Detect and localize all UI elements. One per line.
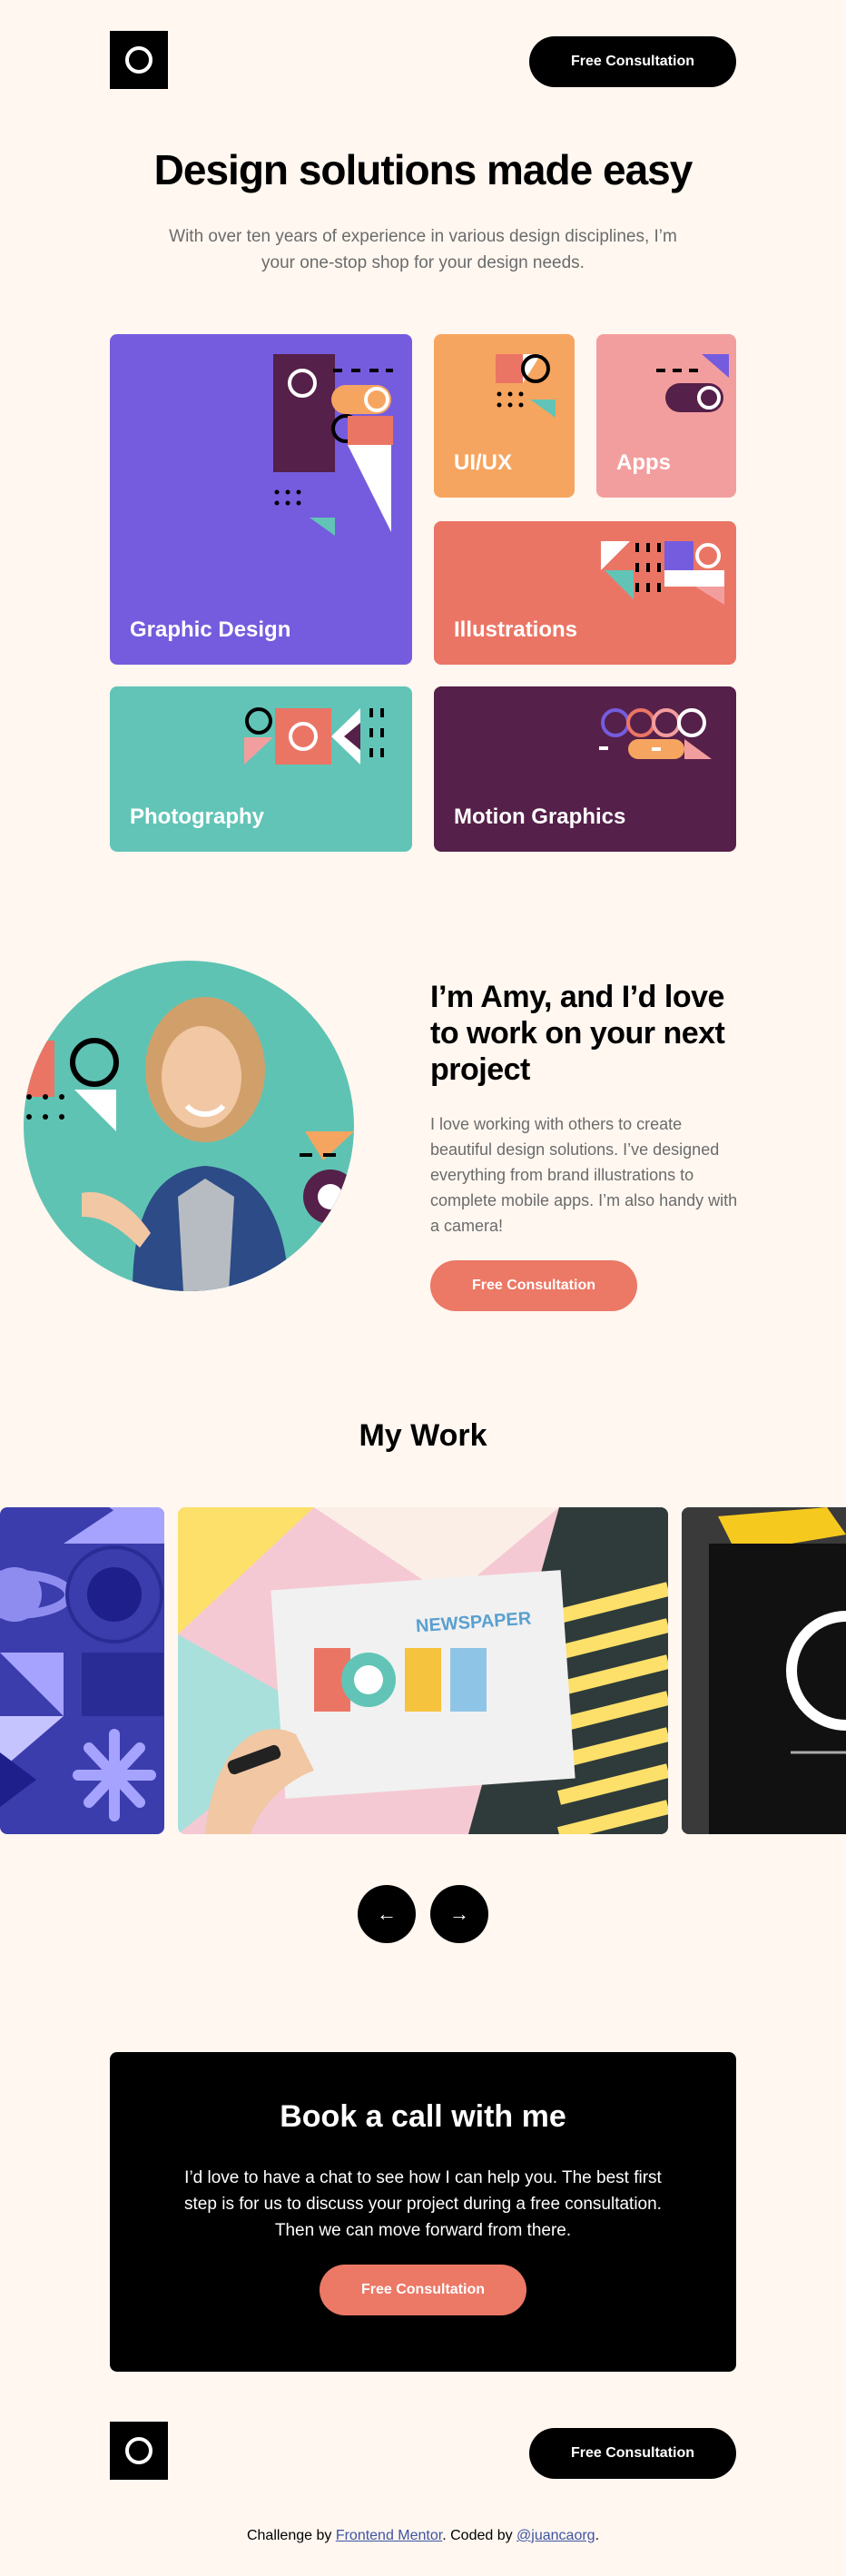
hero-subtitle: With over ten years of experience in var… — [169, 227, 677, 272]
shapes-artwork-icon — [0, 1507, 164, 1821]
graphic-design-illustration-icon — [273, 354, 393, 536]
author-link[interactable]: @juancaorg — [516, 2528, 595, 2543]
illustrations-illustration-icon — [601, 541, 724, 605]
about-title: I’m Amy, and I’d love to work on your ne… — [430, 980, 725, 1087]
service-card-illustrations[interactable]: Illustrations — [434, 521, 736, 665]
ui-ux-illustration-icon — [496, 354, 556, 418]
hero-title: Design solutions made easy — [153, 146, 694, 193]
logo-ring-icon — [125, 46, 152, 74]
profile-illustration-icon — [24, 997, 354, 1291]
work-section-title: My Work — [359, 1418, 487, 1453]
service-label: Apps — [616, 450, 671, 475]
service-label: Photography — [130, 804, 264, 829]
service-card-graphic-design[interactable]: Graphic Design — [110, 334, 412, 665]
service-label: UI/UX — [454, 450, 513, 475]
bag-artwork-icon — [682, 1507, 846, 1834]
attribution-prefix: Challenge by — [246, 2528, 336, 2543]
service-label: Graphic Design — [130, 617, 291, 642]
cta-section: Book a call with me I’d love to have a c… — [110, 2052, 736, 2372]
arrow-left-icon: ← — [377, 1902, 397, 1925]
work-item-shapes[interactable] — [0, 1507, 164, 1834]
carousel-next-button[interactable]: → — [430, 1885, 488, 1943]
work-item-newspaper[interactable]: NEWSPAPER — [178, 1507, 668, 1834]
service-label: Illustrations — [454, 617, 578, 642]
frontend-mentor-link[interactable]: Frontend Mentor — [336, 2528, 442, 2543]
attribution-suffix: . — [595, 2528, 600, 2543]
about-consultation-button[interactable]: Free Consultation — [430, 1260, 637, 1311]
logo[interactable] — [110, 31, 168, 89]
apps-illustration-icon — [656, 354, 729, 412]
service-label: Motion Graphics — [454, 804, 626, 829]
cta-consultation-button[interactable]: Free Consultation — [320, 2265, 526, 2315]
service-card-photography[interactable]: Photography — [110, 686, 412, 852]
footer-logo[interactable] — [110, 2422, 168, 2480]
attribution: Challenge by Frontend Mentor. Coded by @… — [0, 2528, 846, 2544]
carousel-prev-button[interactable]: ← — [358, 1885, 416, 1943]
attribution-mid: . Coded by — [442, 2528, 517, 2543]
profile-photo — [24, 961, 354, 1291]
service-card-motion-graphics[interactable]: Motion Graphics — [434, 686, 736, 852]
footer-consultation-button[interactable]: Free Consultation — [529, 2428, 736, 2479]
cta-title: Book a call with me — [280, 2099, 566, 2134]
service-card-ui-ux[interactable]: UI/UX — [434, 334, 575, 498]
arrow-right-icon: → — [449, 1902, 469, 1925]
logo-ring-icon — [125, 2437, 152, 2464]
newspaper-artwork-icon — [178, 1507, 668, 1834]
about-text: I love working with others to create bea… — [430, 1115, 738, 1235]
cta-text: I’d love to have a chat to see how I can… — [184, 2168, 662, 2240]
motion-graphics-illustration-icon — [599, 708, 712, 759]
work-item-bag[interactable] — [682, 1507, 846, 1834]
service-card-apps[interactable]: Apps — [596, 334, 736, 498]
photography-illustration-icon — [244, 707, 384, 765]
header-consultation-button[interactable]: Free Consultation — [529, 36, 736, 87]
